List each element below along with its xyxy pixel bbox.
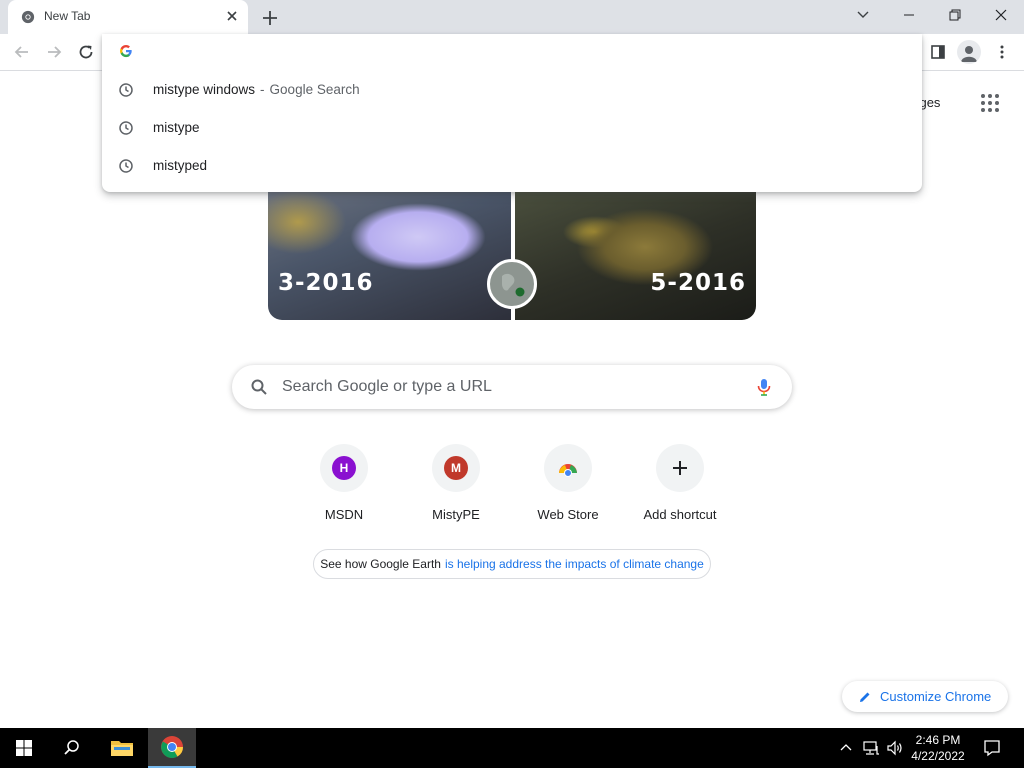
shortcut-icon-circle (544, 444, 592, 492)
history-clock-icon (119, 159, 133, 173)
doodle-before-image (268, 192, 511, 320)
notification-icon (984, 740, 1000, 757)
side-panel-button[interactable] (926, 40, 950, 64)
microphone-icon[interactable] (754, 377, 774, 397)
omnibox-suggestion[interactable]: mistype (102, 108, 922, 146)
doodle-right-label: 5-2016 (650, 270, 746, 296)
suggestion-query: mistyped (153, 158, 208, 173)
ntp-search-box[interactable] (232, 365, 792, 409)
shortcut-tile-add[interactable]: Add shortcut (624, 442, 736, 532)
shortcut-label: MistyPE (432, 507, 480, 522)
shortcut-icon-circle (656, 444, 704, 492)
person-icon (961, 46, 977, 62)
close-icon (995, 9, 1007, 21)
omnibox-suggestion[interactable]: mistype windows - Google Search (102, 70, 922, 108)
omnibox-input[interactable] (142, 40, 902, 62)
close-tab-icon[interactable] (224, 8, 240, 24)
doodle-after-image (515, 192, 756, 320)
google-apps-icon[interactable] (978, 91, 1002, 115)
tab-search-button[interactable] (840, 0, 886, 30)
suggestion-suffix: Google Search (269, 82, 360, 97)
network-button[interactable] (860, 728, 882, 768)
more-vertical-icon (1000, 45, 1004, 59)
shortcut-label: MSDN (324, 507, 364, 522)
history-clock-icon (119, 121, 133, 135)
pencil-icon (860, 692, 870, 702)
search-icon (64, 740, 79, 755)
tab-title: New Tab (44, 9, 91, 23)
ntp-search-input[interactable] (282, 375, 742, 399)
web-store-icon (559, 464, 577, 477)
shortcut-tile-mistype[interactable]: M MistyPE (400, 442, 512, 532)
windows-taskbar: 2:46 PM 4/22/2022 (0, 728, 1024, 768)
chevron-down-icon (857, 11, 869, 18)
shortcut-label: Web Store (537, 507, 599, 522)
network-icon (863, 741, 879, 755)
minimize-button[interactable] (886, 0, 932, 30)
restore-button[interactable] (932, 0, 978, 30)
tab-strip: New Tab (0, 0, 1024, 34)
shortcut-icon-circle: H (320, 444, 368, 492)
reload-icon (79, 45, 93, 59)
shortcut-tile-msdn[interactable]: H MSDN (288, 442, 400, 532)
taskbar-time: 2:46 PM (915, 733, 961, 747)
chevron-up-icon (840, 744, 852, 751)
shortcut-label: Add shortcut (643, 507, 717, 522)
taskbar-search-button[interactable] (48, 728, 96, 768)
omnibox-dropdown: mistype windows - Google Search mistype mi… (102, 34, 922, 192)
omnibox-suggestion[interactable]: mistyped (102, 146, 922, 184)
reload-button[interactable] (74, 40, 98, 64)
new-tab-plus-icon[interactable] (260, 8, 280, 28)
side-panel-icon (931, 45, 945, 59)
show-hidden-icons-button[interactable] (836, 728, 856, 768)
shortcut-letter-icon: H (332, 456, 356, 480)
arrow-right-icon (48, 46, 62, 58)
windows-logo-icon (16, 740, 32, 756)
taskbar-file-explorer[interactable] (98, 728, 146, 768)
suggestion-query: mistype (153, 120, 200, 135)
shortcut-icon-circle: M (432, 444, 480, 492)
suggestion-separator: - (260, 82, 265, 97)
history-clock-icon (119, 83, 133, 97)
google-g-icon (120, 45, 132, 58)
forward-button[interactable] (42, 40, 66, 64)
customize-chrome-button[interactable]: Customize Chrome (842, 681, 1008, 712)
start-button[interactable] (0, 728, 48, 768)
promo-link[interactable]: is helping address the impacts of climat… (445, 557, 704, 571)
taskbar-date: 4/22/2022 (911, 749, 965, 763)
minimize-icon (904, 14, 914, 16)
customize-chrome-label: Customize Chrome (880, 689, 992, 704)
chrome-menu-button[interactable] (990, 40, 1014, 64)
google-doodle[interactable]: 3-2016 5-2016 (268, 192, 756, 320)
ntp-promo[interactable]: See how Google Earth is helping address … (313, 549, 711, 579)
search-icon (251, 379, 267, 395)
arrow-left-icon (14, 46, 28, 58)
chrome-icon (21, 10, 35, 24)
shortcut-tile-web-store[interactable]: Web Store (512, 442, 624, 532)
close-window-button[interactable] (978, 0, 1024, 30)
taskbar-clock[interactable]: 2:46 PM 4/22/2022 (902, 732, 974, 764)
restore-icon (949, 9, 961, 21)
globe-map-icon (502, 273, 525, 297)
promo-text: See how Google Earth (320, 557, 441, 571)
action-center-button[interactable] (976, 728, 1008, 768)
shortcut-letter-icon: M (444, 456, 468, 480)
taskbar-chrome[interactable] (148, 728, 196, 768)
back-button[interactable] (10, 40, 34, 64)
suggestion-query: mistype windows (153, 82, 256, 97)
tab-new-tab[interactable]: New Tab (8, 0, 248, 34)
profile-avatar[interactable] (957, 40, 981, 64)
chrome-icon (161, 736, 183, 758)
doodle-left-label: 3-2016 (278, 270, 374, 296)
folder-icon (111, 741, 133, 756)
suggestion-text: mistype windows - Google Search (153, 82, 360, 97)
plus-icon (673, 461, 687, 475)
globe-icon[interactable] (487, 259, 537, 309)
